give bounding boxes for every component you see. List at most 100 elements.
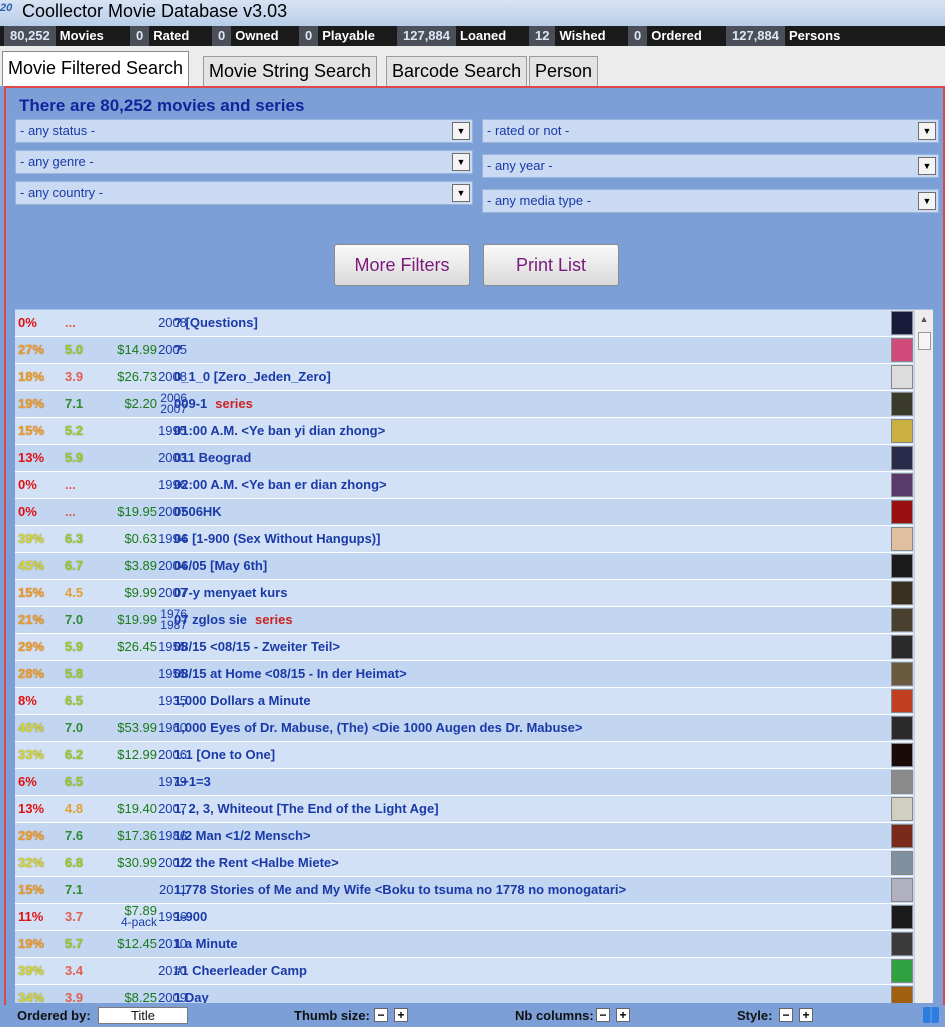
movie-title-cell[interactable]: ? [Questions] bbox=[174, 310, 874, 336]
movie-title-cell[interactable]: 009-1 series bbox=[174, 391, 874, 417]
movie-row[interactable]: 8% 6.5 1935 1,000 Dollars a Minute bbox=[15, 688, 913, 715]
movie-poster-thumbnail[interactable] bbox=[891, 689, 913, 713]
more-filters-button[interactable]: More Filters bbox=[334, 244, 470, 286]
movie-poster-thumbnail[interactable] bbox=[891, 419, 913, 443]
movie-row[interactable]: 19% 5.7 $12.45 2010 1 a Minute bbox=[15, 931, 913, 958]
movie-row[interactable]: 33% 6.2 $12.99 2006 1:1 [One to One] bbox=[15, 742, 913, 769]
movie-title-cell[interactable]: 08/15 <08/15 - Zweiter Teil> bbox=[174, 634, 874, 660]
chevron-down-icon[interactable]: ▼ bbox=[918, 192, 936, 210]
movie-title[interactable]: 1,000 Dollars a Minute bbox=[174, 693, 311, 708]
movie-poster-thumbnail[interactable] bbox=[891, 716, 913, 740]
movie-title[interactable]: 01:00 A.M. <Ye ban yi dian zhong> bbox=[174, 423, 385, 438]
stat-movies[interactable]: 80,252 Movies bbox=[4, 26, 104, 46]
country-filter-select[interactable]: - any country - ▼ bbox=[15, 181, 473, 205]
movie-title[interactable]: 1/2 Man <1/2 Mensch> bbox=[174, 828, 311, 843]
movie-title[interactable]: 011 Beograd bbox=[174, 450, 251, 465]
movie-title[interactable]: 1+1=3 bbox=[174, 774, 211, 789]
movie-poster-thumbnail[interactable] bbox=[891, 635, 913, 659]
movie-poster-thumbnail[interactable] bbox=[891, 743, 913, 767]
chevron-down-icon[interactable]: ▼ bbox=[452, 122, 470, 140]
movie-row[interactable]: 18% 3.9 $26.73 2008 0_1_0 [Zero_Jeden_Zero] bbox=[15, 364, 913, 391]
movie-title[interactable]: 1/2 the Rent <Halbe Miete> bbox=[174, 855, 339, 870]
style-decrease-button[interactable]: − bbox=[779, 1008, 793, 1022]
movie-title-cell[interactable]: 011 Beograd bbox=[174, 445, 874, 471]
rated-filter-select[interactable]: - rated or not - ▼ bbox=[482, 119, 939, 143]
movie-title[interactable]: #1 Cheerleader Camp bbox=[174, 963, 307, 978]
movie-title-cell[interactable]: 07 zglos sie series bbox=[174, 607, 874, 633]
movie-title-cell[interactable]: 0_1_0 [Zero_Jeden_Zero] bbox=[174, 364, 874, 390]
movie-poster-thumbnail[interactable] bbox=[891, 365, 913, 389]
windows-icon[interactable] bbox=[923, 1007, 939, 1023]
movie-title-cell[interactable]: 1 a Minute bbox=[174, 931, 874, 957]
chevron-down-icon[interactable]: ▼ bbox=[452, 184, 470, 202]
tab-movie-string-search[interactable]: Movie String Search bbox=[203, 56, 378, 86]
movie-title-cell[interactable]: 1+1=3 bbox=[174, 769, 874, 795]
movie-title-cell[interactable]: 08/15 at Home <08/15 - In der Heimat> bbox=[174, 661, 874, 687]
scrollbar-thumb[interactable] bbox=[918, 332, 931, 350]
year-filter-select[interactable]: - any year - ▼ bbox=[482, 154, 939, 178]
movie-title[interactable]: 1 Day bbox=[174, 990, 209, 1003]
movie-title[interactable]: 02:00 A.M. <Ye ban er dian zhong> bbox=[174, 477, 387, 492]
movie-title[interactable]: 08/15 <08/15 - Zweiter Teil> bbox=[174, 639, 340, 654]
movie-title-cell[interactable]: 01:00 A.M. <Ye ban yi dian zhong> bbox=[174, 418, 874, 444]
movie-title-cell[interactable]: 1-900 bbox=[174, 904, 874, 930]
movie-poster-thumbnail[interactable] bbox=[891, 932, 913, 956]
tab-person[interactable]: Person bbox=[529, 56, 599, 86]
chevron-down-icon[interactable]: ▼ bbox=[918, 122, 936, 140]
movie-title-cell[interactable]: ? bbox=[174, 337, 874, 363]
movie-poster-thumbnail[interactable] bbox=[891, 878, 913, 902]
stat-wished[interactable]: 12 Wished bbox=[529, 26, 606, 46]
movie-row[interactable]: 13% 5.9 2003 011 Beograd bbox=[15, 445, 913, 472]
movie-poster-thumbnail[interactable] bbox=[891, 581, 913, 605]
movie-row[interactable]: 29% 5.9 $26.45 1955 08/15 <08/15 - Zweiter T… bbox=[15, 634, 913, 661]
movie-row[interactable]: 15% 5.2 1995 01:00 A.M. <Ye ban yi dian zho… bbox=[15, 418, 913, 445]
chevron-down-icon[interactable]: ▼ bbox=[918, 157, 936, 175]
movie-title[interactable]: 1-900 bbox=[174, 909, 207, 924]
print-list-button[interactable]: Print List bbox=[483, 244, 619, 286]
stat-persons[interactable]: 127,884 Persons bbox=[726, 26, 840, 46]
movie-title[interactable]: 1:1 [One to One] bbox=[174, 747, 275, 762]
movie-row[interactable]: 0%... 1996 02:00 A.M. <Ye ban er dian zhon… bbox=[15, 472, 913, 499]
movie-title-cell[interactable]: 1 Day bbox=[174, 985, 874, 1003]
movie-title-cell[interactable]: 0506HK bbox=[174, 499, 874, 525]
stat-ordered[interactable]: 0 Ordered bbox=[628, 26, 702, 46]
movie-title-cell[interactable]: 1/2 Man <1/2 Mensch> bbox=[174, 823, 874, 849]
movie-title[interactable]: ? bbox=[174, 342, 182, 357]
movie-row[interactable]: 27% 5.0 $14.99 2005? bbox=[15, 337, 913, 364]
movie-row[interactable]: 0%... 2008? [Questions] bbox=[15, 310, 913, 337]
movie-title-cell[interactable]: 1, 2, 3, Whiteout [The End of the Light … bbox=[174, 796, 874, 822]
scroll-up-icon[interactable]: ▲ bbox=[917, 314, 931, 326]
movie-title-cell[interactable]: 06/05 [May 6th] bbox=[174, 553, 874, 579]
movie-row[interactable]: 0%... $19.95 2007 0506HK bbox=[15, 499, 913, 526]
movie-title-cell[interactable]: 02:00 A.M. <Ye ban er dian zhong> bbox=[174, 472, 874, 498]
movie-poster-thumbnail[interactable] bbox=[891, 311, 913, 335]
movie-poster-thumbnail[interactable] bbox=[891, 797, 913, 821]
movie-title[interactable]: 07 zglos sie bbox=[174, 612, 247, 627]
movie-title-cell[interactable]: 1,000 Eyes of Dr. Mabuse, (The) <Die 100… bbox=[174, 715, 874, 741]
chevron-down-icon[interactable]: ▼ bbox=[452, 153, 470, 171]
movie-row[interactable]: 15% 7.1 2011 1,778 Stories of Me and My Wif… bbox=[15, 877, 913, 904]
movie-title-cell[interactable]: 1,000 Dollars a Minute bbox=[174, 688, 874, 714]
movie-row[interactable]: 15% 4.5 $9.99 2007 07-y menyaet kurs bbox=[15, 580, 913, 607]
movie-row[interactable]: 21% 7.0 $19.99 1976 1987 07 zglos sie series bbox=[15, 607, 913, 634]
columns-increase-button[interactable]: + bbox=[616, 1008, 630, 1022]
thumb-size-increase-button[interactable]: + bbox=[394, 1008, 408, 1022]
movie-row[interactable]: 19% 7.1 $2.20 2006 2007 009-1 series bbox=[15, 391, 913, 418]
movie-poster-thumbnail[interactable] bbox=[891, 986, 913, 1003]
movie-poster-thumbnail[interactable] bbox=[891, 824, 913, 848]
movie-row[interactable]: 6% 6.5 1979 1+1=3 bbox=[15, 769, 913, 796]
movie-poster-thumbnail[interactable] bbox=[891, 851, 913, 875]
style-increase-button[interactable]: + bbox=[799, 1008, 813, 1022]
movie-row[interactable]: 28% 5.8 1955 08/15 at Home <08/15 - In der … bbox=[15, 661, 913, 688]
movie-title[interactable]: 1,778 Stories of Me and My Wife <Boku to… bbox=[174, 882, 626, 897]
columns-decrease-button[interactable]: − bbox=[596, 1008, 610, 1022]
movie-row[interactable]: 34% 3.9 $8.25 2009 1 Day bbox=[15, 985, 913, 1003]
movie-title-cell[interactable]: #1 Cheerleader Camp bbox=[174, 958, 874, 984]
movie-title[interactable]: 06 [1-900 (Sex Without Hangups)] bbox=[174, 531, 380, 546]
movie-poster-thumbnail[interactable] bbox=[891, 554, 913, 578]
movie-title[interactable]: 0506HK bbox=[174, 504, 222, 519]
thumb-size-decrease-button[interactable]: − bbox=[374, 1008, 388, 1022]
movie-poster-thumbnail[interactable] bbox=[891, 905, 913, 929]
stat-rated[interactable]: 0 Rated bbox=[130, 26, 189, 46]
movie-title[interactable]: ? [Questions] bbox=[174, 315, 258, 330]
